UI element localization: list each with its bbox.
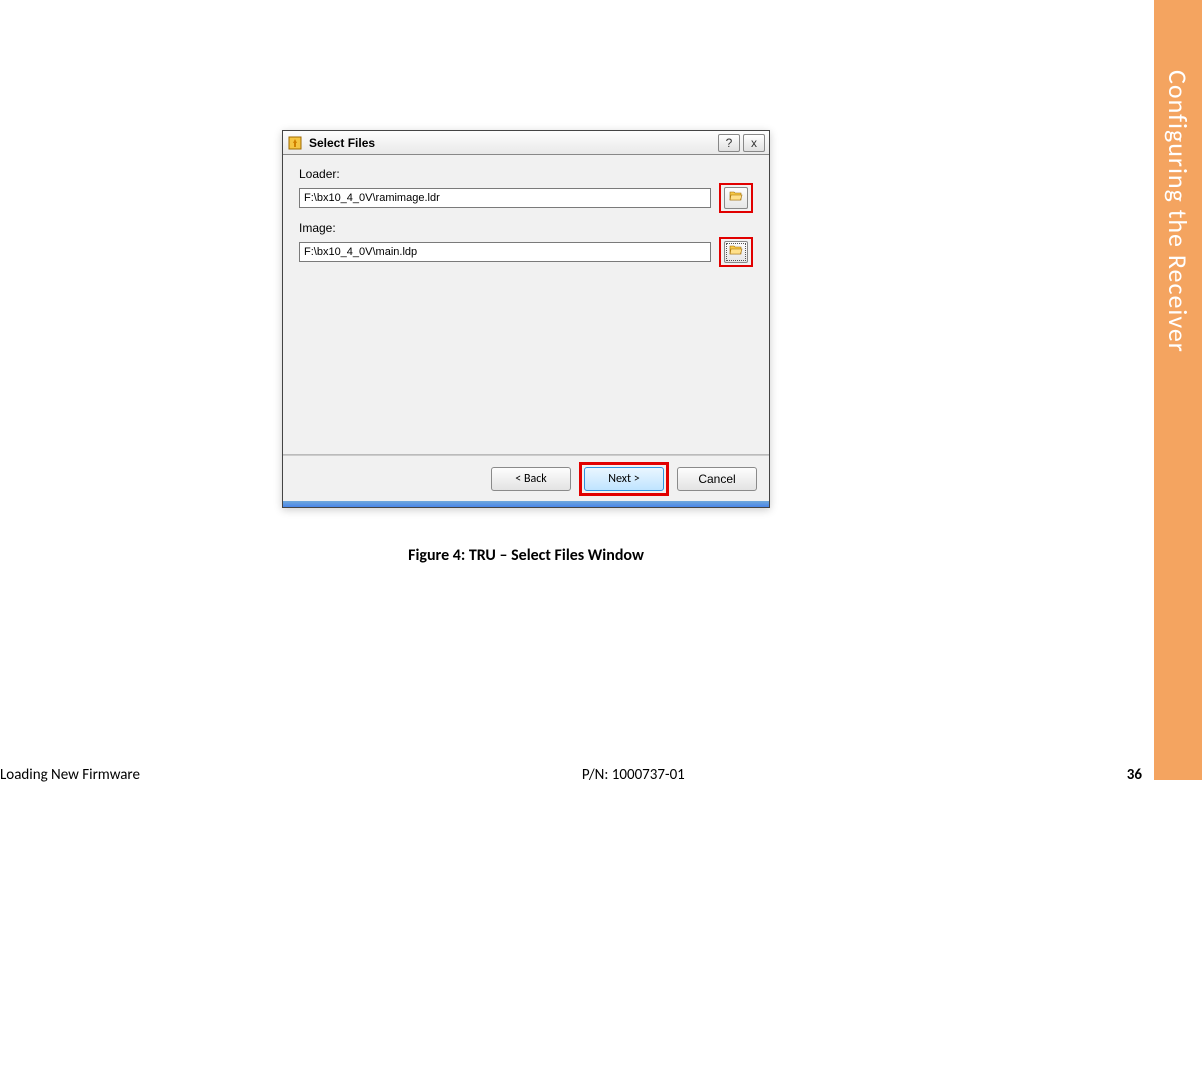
image-row: F:\bx10_4_0V\main.ldp xyxy=(299,237,753,267)
dialog-footer: < Back Next > Cancel xyxy=(283,455,769,501)
next-button[interactable]: Next > xyxy=(584,467,664,491)
footer-part-number: P/N: 1000737-01 xyxy=(140,766,1127,784)
folder-open-icon xyxy=(729,243,743,261)
app-icon xyxy=(287,135,303,151)
image-label: Image: xyxy=(299,221,753,235)
dialog-body: Loader: F:\bx10_4_0V\ramimage.ldr Image: xyxy=(283,155,769,454)
loader-input[interactable]: F:\bx10_4_0V\ramimage.ldr xyxy=(299,188,711,208)
chapter-title: Configuring the Receiver xyxy=(1162,70,1194,353)
dialog-title: Select Files xyxy=(309,136,715,150)
cancel-button-label: Cancel xyxy=(698,472,735,486)
figure-area: Select Files ? x Loader: F:\bx10_4_0V\ra… xyxy=(282,130,770,565)
loader-browse-button[interactable] xyxy=(724,187,748,209)
window-bottom-border xyxy=(283,501,769,507)
loader-row: F:\bx10_4_0V\ramimage.ldr xyxy=(299,183,753,213)
footer-section: Loading New Firmware xyxy=(0,766,140,784)
close-button[interactable]: x xyxy=(743,134,765,152)
loader-label: Loader: xyxy=(299,167,753,181)
figure-caption: Figure 4: TRU – Select Files Window xyxy=(282,546,770,565)
cancel-button[interactable]: Cancel xyxy=(677,467,757,491)
dialog-titlebar: Select Files ? x xyxy=(283,131,769,155)
page-footer: Loading New Firmware P/N: 1000737-01 36 xyxy=(0,766,1150,784)
back-button[interactable]: < Back xyxy=(491,467,571,491)
folder-open-icon xyxy=(729,189,743,207)
next-button-highlight: Next > xyxy=(579,462,669,496)
image-browse-button[interactable] xyxy=(724,241,748,263)
image-input[interactable]: F:\bx10_4_0V\main.ldp xyxy=(299,242,711,262)
next-button-label: Next > xyxy=(608,472,639,486)
select-files-dialog: Select Files ? x Loader: F:\bx10_4_0V\ra… xyxy=(282,130,770,508)
help-icon: ? xyxy=(726,136,733,150)
image-browse-highlight xyxy=(719,237,753,267)
back-button-label: < Back xyxy=(515,472,547,486)
footer-page-number: 36 xyxy=(1127,766,1142,784)
loader-browse-highlight xyxy=(719,183,753,213)
chapter-side-tab: Configuring the Receiver xyxy=(1154,0,1202,780)
close-icon: x xyxy=(751,136,757,150)
help-button[interactable]: ? xyxy=(718,134,740,152)
